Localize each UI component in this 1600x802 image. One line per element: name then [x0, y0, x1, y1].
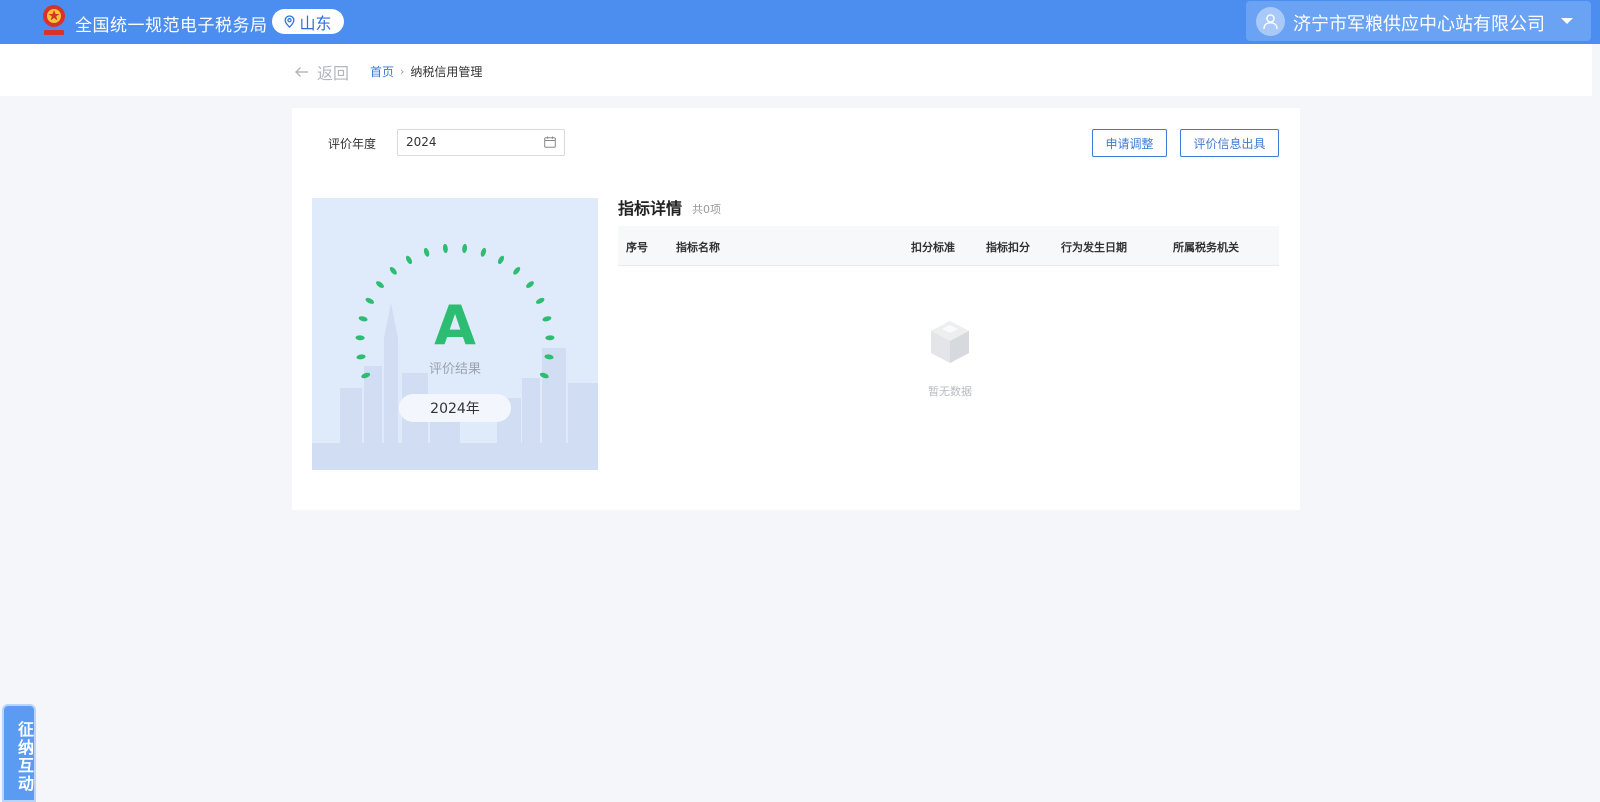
top-header: 全国统一规范电子税务局 山东 济宁市军粮供应中心站有限公司	[0, 0, 1600, 44]
column-header-deduction-standard: 扣分标准	[911, 241, 955, 254]
caret-down-icon	[1561, 18, 1573, 24]
dial-dot	[376, 281, 384, 289]
region-label: 山东	[299, 13, 332, 33]
chevron-right-icon: ›	[400, 65, 405, 78]
breadcrumb-home-link[interactable]: 首页	[370, 63, 394, 80]
apply-adjust-button[interactable]: 申请调整	[1092, 129, 1167, 157]
detail-title: 指标详情	[618, 199, 683, 218]
arrow-left-icon	[295, 67, 308, 77]
company-name: 济宁市军粮供应中心站有限公司	[1293, 14, 1545, 35]
dial-dot	[497, 255, 505, 265]
nav-bar: 返回 首页 › 纳税信用管理	[0, 44, 1592, 96]
grade-caption: 评价结果	[428, 362, 481, 377]
column-header-indicator-name: 指标名称	[676, 241, 720, 254]
location-pin-icon	[285, 15, 295, 28]
column-header-index: 序号	[626, 241, 648, 254]
dial-dot	[513, 266, 521, 275]
dial-dot	[442, 243, 448, 254]
dial-dot	[405, 255, 413, 265]
dial-dot	[423, 247, 430, 257]
user-icon	[1263, 14, 1278, 30]
empty-box-icon	[931, 321, 969, 363]
year-label: 评价年度	[328, 137, 377, 151]
dial-dot	[389, 266, 397, 275]
national-emblem-icon	[43, 5, 65, 35]
detail-count: 共0项	[692, 203, 721, 216]
column-header-date: 行为发生日期	[1061, 241, 1127, 254]
dial-dot	[462, 243, 468, 254]
column-header-tax-authority: 所属税务机关	[1173, 241, 1239, 254]
breadcrumb-current: 纳税信用管理	[410, 65, 483, 79]
empty-state-text: 暂无数据	[928, 385, 972, 398]
back-button[interactable]: 返回	[294, 60, 349, 84]
user-menu[interactable]: 济宁市军粮供应中心站有限公司	[1246, 1, 1591, 41]
breadcrumb: 首页 › 纳税信用管理	[370, 63, 482, 80]
table-header: 序号 指标名称 扣分标准 指标扣分 行为发生日期 所属税务机关	[618, 226, 1279, 266]
calendar-icon[interactable]	[544, 136, 556, 148]
evaluation-year-tag: 2024年	[399, 394, 511, 422]
region-selector[interactable]: 山东	[272, 9, 344, 34]
avatar	[1256, 7, 1285, 36]
back-label: 返回	[317, 64, 350, 83]
site-title: 全国统一规范电子税务局	[75, 16, 268, 36]
credit-card-panel: 评价年度 2024 申请调整 评价信息出具 A 评价结果 2024年 指标详情 …	[292, 108, 1300, 510]
year-picker-input[interactable]: 2024	[397, 129, 565, 156]
interaction-side-tab[interactable]: 征纳互动	[2, 704, 36, 802]
dial-dot	[480, 247, 487, 257]
column-header-deduction: 指标扣分	[986, 241, 1030, 254]
dial-dot	[526, 281, 534, 289]
credit-grade: A	[434, 294, 476, 357]
issue-evaluation-button[interactable]: 评价信息出具	[1180, 129, 1279, 157]
evaluation-result-panel: A 评价结果 2024年	[312, 198, 598, 470]
